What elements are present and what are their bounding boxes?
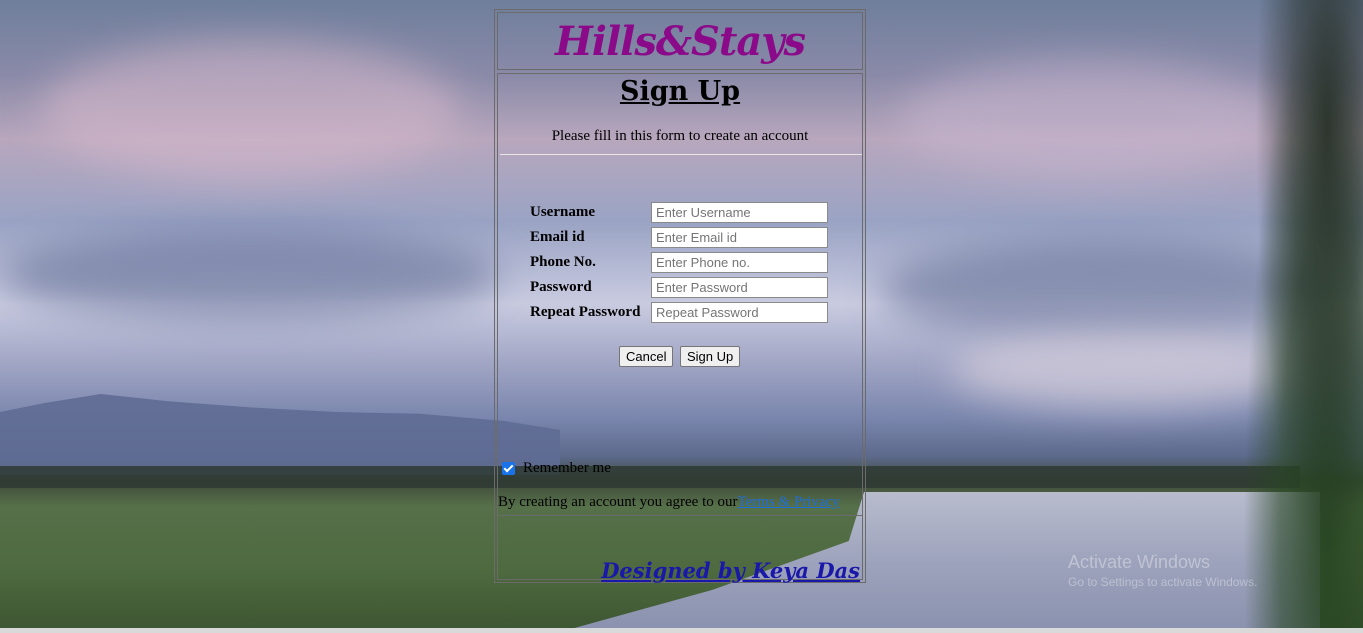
designer-credit: Designed by Keya Das	[601, 558, 860, 583]
divider	[498, 515, 862, 516]
signup-button[interactable]: Sign Up	[680, 346, 741, 367]
form-subtitle: Please fill in this form to create an ac…	[551, 128, 809, 144]
signup-form: Sign Up Please fill in this form to crea…	[497, 73, 864, 583]
username-label: Username	[530, 204, 595, 220]
email-input[interactable]	[651, 227, 828, 248]
password-label: Password	[530, 279, 592, 295]
password-input[interactable]	[651, 277, 828, 298]
repeat-password-input[interactable]	[651, 302, 828, 323]
watermark-subtitle: Go to Settings to activate Windows.	[1068, 575, 1258, 589]
phone-label: Phone No.	[530, 254, 596, 270]
terms-text: By creating an account you agree to our	[498, 494, 738, 510]
form-title: Sign Up	[619, 76, 741, 107]
watermark-title: Activate Windows	[1068, 552, 1211, 572]
tree-foliage	[1243, 0, 1363, 633]
phone-input[interactable]	[651, 252, 828, 273]
terms-privacy-link[interactable]: Terms & Privacy	[738, 494, 840, 510]
email-label: Email id	[530, 229, 585, 245]
terms-line: By creating an account you agree to ourT…	[498, 494, 864, 511]
signup-panel: Hills&Stays Sign Up Please fill in this …	[494, 9, 866, 583]
cloud	[900, 60, 1280, 180]
username-row: Username	[530, 202, 830, 224]
cloud	[0, 230, 500, 320]
remember-label: Remember me	[523, 460, 611, 476]
remember-me: Remember me	[502, 460, 611, 477]
cloud	[40, 40, 460, 180]
remember-checkbox[interactable]	[502, 462, 515, 475]
brand-logo: Hills&Stays	[554, 18, 806, 65]
cancel-button[interactable]: Cancel	[619, 346, 674, 367]
brand-header: Hills&Stays	[497, 12, 863, 70]
password-row: Password	[530, 277, 830, 299]
email-row: Email id	[530, 227, 830, 249]
repeat-password-label: Repeat Password	[530, 304, 641, 320]
activate-windows-watermark: Activate Windows Go to Settings to activ…	[1068, 552, 1257, 589]
username-input[interactable]	[651, 202, 828, 223]
phone-row: Phone No.	[530, 252, 830, 274]
divider	[500, 154, 862, 155]
repeat-password-row: Repeat Password	[530, 302, 830, 324]
bottom-strip	[0, 628, 1363, 633]
